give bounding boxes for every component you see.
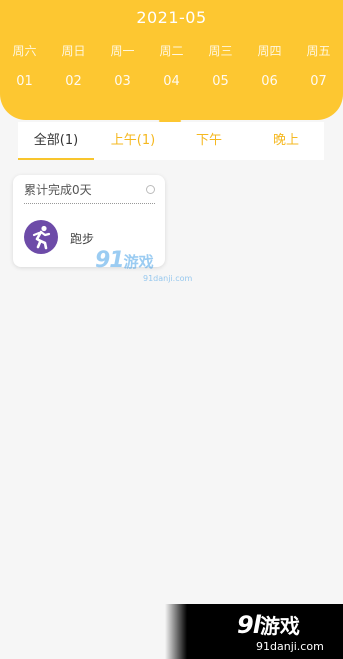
tab-label: 下午 bbox=[195, 133, 222, 148]
date-cell[interactable]: 02 bbox=[49, 74, 98, 89]
date-cell[interactable]: 05 bbox=[196, 74, 245, 89]
date-cell[interactable]: 07 bbox=[294, 74, 343, 89]
weekday-label: 周六 bbox=[12, 44, 37, 58]
corner-watermark-logo: 9l游戏 bbox=[237, 610, 300, 639]
completion-count: 累计完成0天 bbox=[24, 183, 92, 197]
tab-afternoon[interactable]: 下午 bbox=[171, 122, 247, 160]
corner-logo-number: 9l bbox=[237, 611, 261, 639]
month-title[interactable]: 2021-05 bbox=[0, 8, 343, 27]
calendar-header: 2021-05 周六 周日 周一 周二 周三 周四 周五 01 02 03 04… bbox=[0, 0, 343, 133]
weekday-label: 周二 bbox=[159, 44, 184, 58]
corner-watermark-url: 91danji.com bbox=[256, 640, 324, 653]
task-name: 跑步 bbox=[70, 232, 95, 246]
weekday-row: 周六 周日 周一 周二 周三 周四 周五 bbox=[0, 42, 343, 62]
complete-toggle[interactable] bbox=[146, 185, 155, 194]
date-row: 01 02 03 04 05 06 07 bbox=[0, 74, 343, 94]
weekday-label: 周一 bbox=[110, 44, 135, 58]
time-filter-tabs: 全部(1) 上午(1) 下午 晚上 bbox=[18, 122, 324, 160]
tab-label: 晚上 bbox=[272, 133, 299, 148]
tab-morning[interactable]: 上午(1) bbox=[95, 122, 171, 160]
weekday-label: 周五 bbox=[306, 44, 331, 58]
weekday-label: 周日 bbox=[61, 44, 86, 58]
watermark-number: 91 bbox=[95, 248, 125, 273]
active-tab-underline bbox=[18, 158, 94, 160]
tab-label: 上午(1) bbox=[110, 133, 156, 148]
running-person-icon bbox=[24, 220, 58, 254]
tab-label: 全部(1) bbox=[33, 133, 79, 148]
tab-all[interactable]: 全部(1) bbox=[18, 122, 94, 160]
dotted-divider bbox=[24, 203, 155, 204]
corner-logo-text: 游戏 bbox=[259, 614, 300, 638]
date-cell-selected[interactable]: 04 bbox=[147, 74, 196, 89]
watermark-logo: 91游戏 91danji.com bbox=[95, 248, 192, 283]
date-cell[interactable]: 01 bbox=[0, 74, 49, 89]
watermark-text: 游戏 bbox=[123, 253, 154, 271]
date-cell[interactable]: 03 bbox=[98, 74, 147, 89]
watermark-url: 91danji.com bbox=[143, 274, 193, 283]
date-cell[interactable]: 06 bbox=[245, 74, 294, 89]
weekday-label: 周三 bbox=[208, 44, 233, 58]
weekday-label: 周四 bbox=[257, 44, 282, 58]
tab-evening[interactable]: 晚上 bbox=[248, 122, 324, 160]
